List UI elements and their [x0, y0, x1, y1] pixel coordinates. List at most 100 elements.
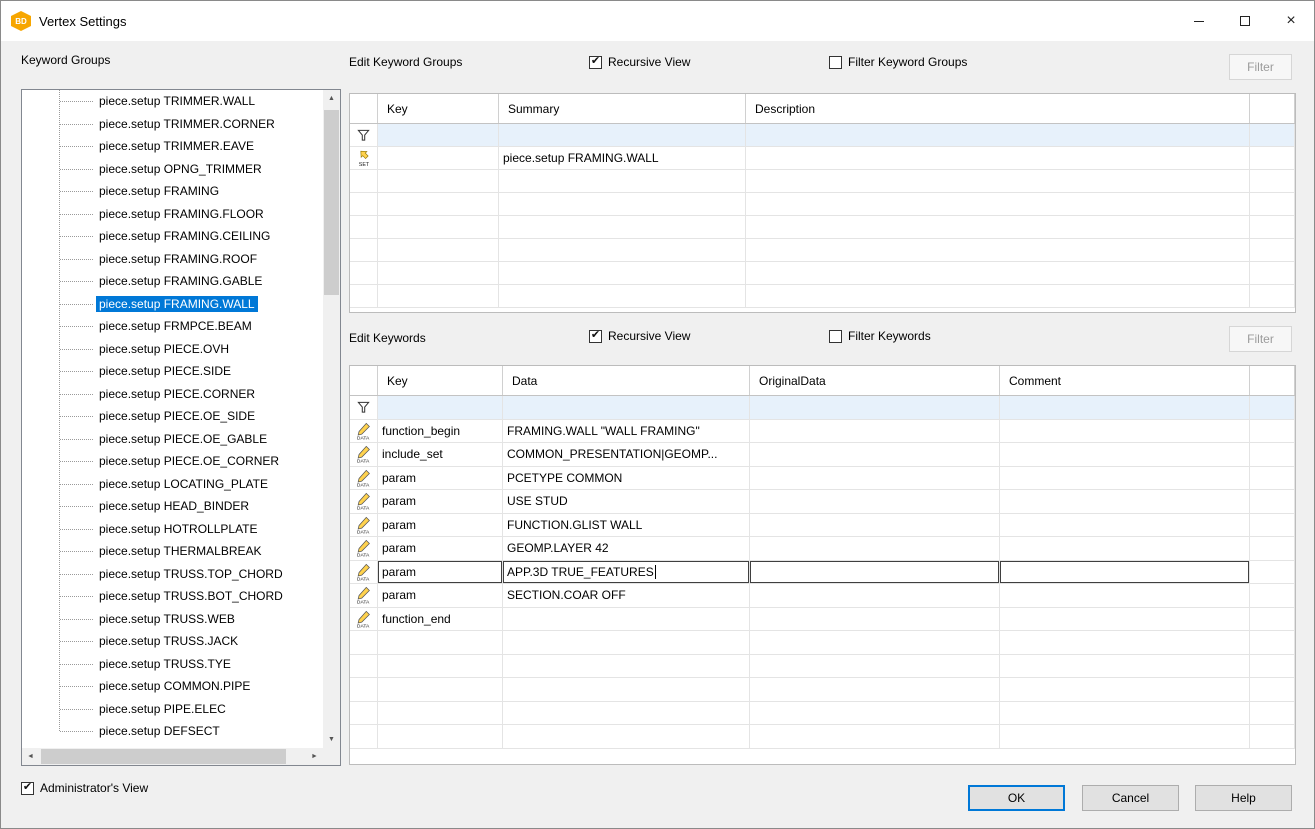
cell[interactable]	[378, 396, 503, 420]
filter-row[interactable]	[350, 396, 1295, 420]
tree-item[interactable]: piece.setup PIECE.OE_SIDE	[22, 405, 323, 428]
cell[interactable]	[378, 216, 499, 239]
cell[interactable]	[378, 655, 503, 679]
cell[interactable]	[746, 239, 1250, 262]
table-row[interactable]: DATAparamUSE STUD	[350, 490, 1295, 514]
table-row[interactable]: DATAparamFUNCTION.GLIST WALL	[350, 514, 1295, 538]
recursive-view-groups-checkbox[interactable]: Recursive View	[589, 55, 690, 69]
tree-item[interactable]: piece.setup TRUSS.TOP_CHORD	[22, 563, 323, 586]
table-row-empty[interactable]	[350, 193, 1295, 216]
cell[interactable]: USE STUD	[503, 490, 750, 514]
cell[interactable]: param	[378, 467, 503, 491]
cell[interactable]	[750, 702, 1000, 726]
tree-item[interactable]: piece.setup FRAMING.ROOF	[22, 248, 323, 271]
cell[interactable]	[1000, 631, 1250, 655]
cell[interactable]	[378, 124, 499, 147]
cell[interactable]: function_begin	[378, 420, 503, 444]
cell[interactable]	[1000, 514, 1250, 538]
administrators-view-checkbox[interactable]: Administrator's View	[21, 781, 148, 795]
tree-item[interactable]: piece.setup HOTROLLPLATE	[22, 518, 323, 541]
scroll-down-icon[interactable]: ▼	[323, 731, 340, 748]
cell[interactable]	[499, 193, 746, 216]
cell[interactable]	[499, 124, 746, 147]
tree-item[interactable]: piece.setup HEAD_BINDER	[22, 495, 323, 518]
cell[interactable]	[750, 537, 1000, 561]
filter-keywords-checkbox[interactable]: Filter Keywords	[829, 329, 931, 343]
tree-item[interactable]: piece.setup PIECE.OVH	[22, 338, 323, 361]
cell[interactable]	[1000, 396, 1250, 420]
cell[interactable]	[499, 285, 746, 308]
cell[interactable]	[750, 678, 1000, 702]
cell[interactable]	[750, 561, 1000, 585]
cell[interactable]	[1000, 584, 1250, 608]
cell[interactable]	[750, 396, 1000, 420]
minimize-icon[interactable]	[1176, 1, 1222, 41]
cell[interactable]: piece.setup FRAMING.WALL	[499, 147, 746, 170]
filter-groups-button[interactable]: Filter	[1229, 54, 1292, 80]
cell[interactable]: GEOMP.LAYER 42	[503, 537, 750, 561]
cell[interactable]	[499, 216, 746, 239]
tree-item[interactable]: piece.setup THERMALBREAK	[22, 540, 323, 563]
table-row[interactable]: DATAfunction_beginFRAMING.WALL "WALL FRA…	[350, 420, 1295, 444]
cell[interactable]	[499, 170, 746, 193]
filter-keyword-groups-checkbox[interactable]: Filter Keyword Groups	[829, 55, 967, 69]
column-header[interactable]: Description	[746, 94, 1250, 123]
tree-item[interactable]: piece.setup TRIMMER.WALL	[22, 90, 323, 113]
tree-item[interactable]: piece.setup TRUSS.JACK	[22, 630, 323, 653]
column-header[interactable]: Comment	[1000, 366, 1250, 395]
column-header[interactable]: Data	[503, 366, 750, 395]
cell[interactable]: SECTION.COAR OFF	[503, 584, 750, 608]
help-button[interactable]: Help	[1195, 785, 1292, 811]
cell[interactable]	[503, 655, 750, 679]
cell[interactable]	[746, 262, 1250, 285]
scroll-left-icon[interactable]: ◄	[22, 748, 39, 765]
cell[interactable]	[378, 262, 499, 285]
cell[interactable]: APP.3D TRUE_FEATURES	[503, 561, 750, 585]
filter-keywords-button[interactable]: Filter	[1229, 326, 1292, 352]
cell[interactable]	[750, 467, 1000, 491]
cell[interactable]	[1000, 443, 1250, 467]
cell[interactable]: param	[378, 514, 503, 538]
scroll-right-icon[interactable]: ►	[306, 748, 323, 765]
tree-item[interactable]: piece.setup PIECE.CORNER	[22, 383, 323, 406]
tree-item[interactable]: piece.setup LOCATING_PLATE	[22, 473, 323, 496]
cell[interactable]	[499, 239, 746, 262]
table-row-empty[interactable]	[350, 678, 1295, 702]
cell[interactable]: param	[378, 490, 503, 514]
cell[interactable]	[378, 170, 499, 193]
cell[interactable]	[746, 170, 1250, 193]
cell[interactable]: FUNCTION.GLIST WALL	[503, 514, 750, 538]
cell[interactable]	[750, 443, 1000, 467]
table-row[interactable]: DATAparamPCETYPE COMMON	[350, 467, 1295, 491]
tree-item[interactable]: piece.setup OPNG_TRIMMER	[22, 158, 323, 181]
table-row[interactable]: SETpiece.setup FRAMING.WALL	[350, 147, 1295, 170]
scroll-up-icon[interactable]: ▲	[323, 90, 340, 107]
cell[interactable]: include_set	[378, 443, 503, 467]
ok-button[interactable]: OK	[968, 785, 1065, 811]
cell[interactable]	[503, 396, 750, 420]
cell[interactable]	[746, 193, 1250, 216]
cell[interactable]: COMMON_PRESENTATION|GEOMP...	[503, 443, 750, 467]
cell[interactable]	[750, 608, 1000, 632]
cell[interactable]	[1000, 467, 1250, 491]
cell[interactable]	[378, 678, 503, 702]
table-row[interactable]: DATAparamSECTION.COAR OFF	[350, 584, 1295, 608]
cell[interactable]	[750, 584, 1000, 608]
cell[interactable]	[378, 631, 503, 655]
tree-item[interactable]: piece.setup TRUSS.TYE	[22, 653, 323, 676]
cell[interactable]	[378, 239, 499, 262]
cell[interactable]	[1000, 561, 1250, 585]
tree-item[interactable]: piece.setup FRAMING.GABLE	[22, 270, 323, 293]
cell[interactable]	[378, 147, 499, 170]
cell[interactable]	[1000, 420, 1250, 444]
cell[interactable]	[378, 193, 499, 216]
cell[interactable]	[499, 262, 746, 285]
horizontal-scroll-thumb[interactable]	[41, 749, 286, 764]
table-row-empty[interactable]	[350, 631, 1295, 655]
cell[interactable]: function_end	[378, 608, 503, 632]
table-row[interactable]: DATAfunction_end	[350, 608, 1295, 632]
cell[interactable]	[1000, 678, 1250, 702]
column-header[interactable]: Summary	[499, 94, 746, 123]
cell[interactable]: param	[378, 561, 503, 585]
cell[interactable]	[746, 124, 1250, 147]
